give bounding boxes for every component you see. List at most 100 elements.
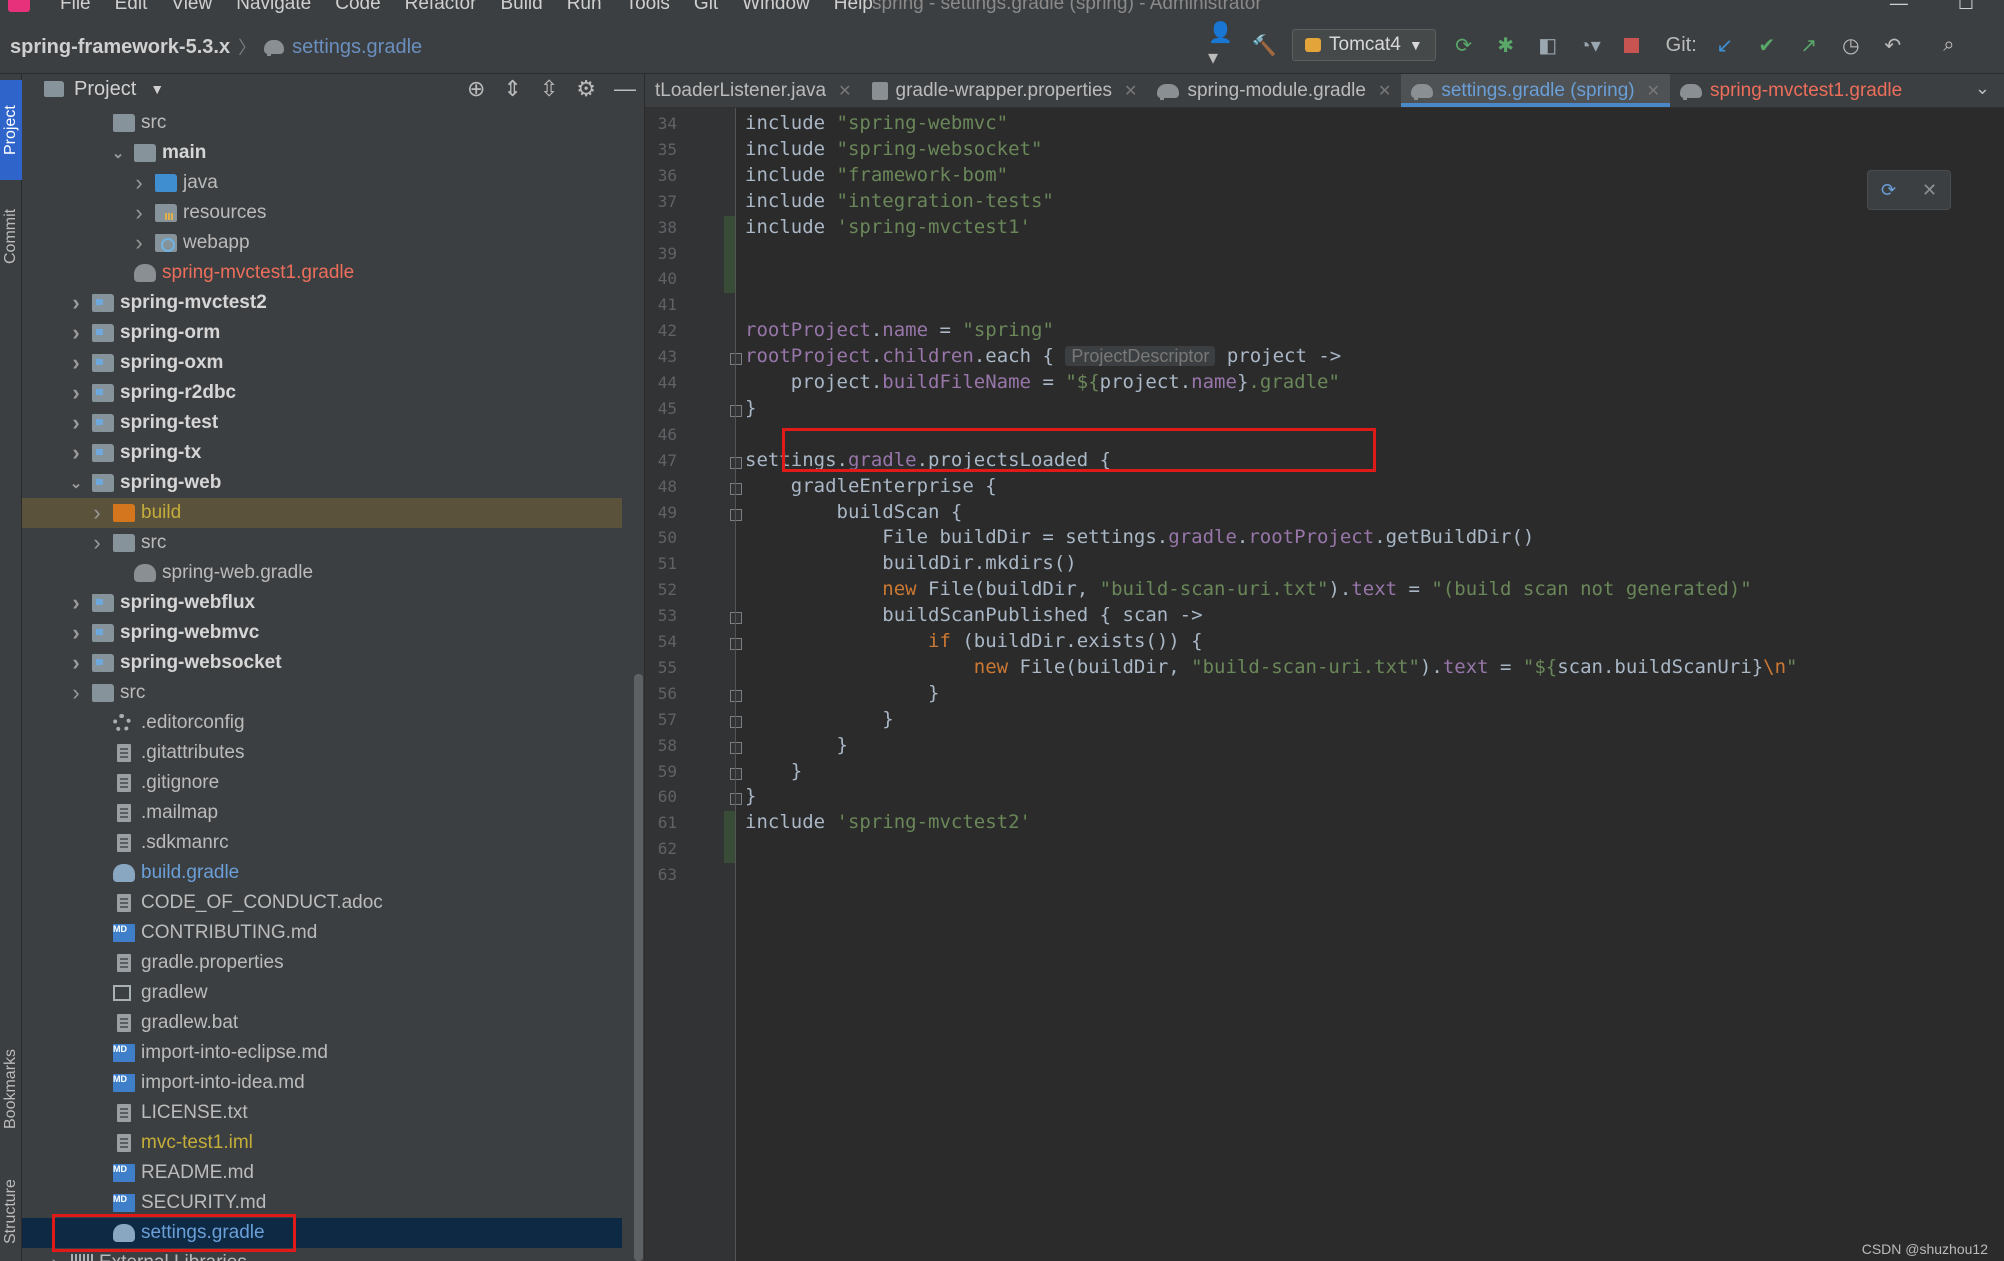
tree-item-webapp[interactable]: › webapp <box>22 228 622 258</box>
coverage-icon[interactable]: ◧ <box>1534 31 1562 59</box>
chevron-down-icon[interactable]: ⌄ <box>110 144 126 162</box>
tree-item--gitignore[interactable]: .gitignore <box>22 768 622 798</box>
rollback-icon[interactable]: ↶ <box>1879 31 1907 59</box>
chevron-right-icon[interactable]: › <box>68 620 84 646</box>
menu-item-build[interactable]: Build <box>500 0 542 15</box>
menu-item-view[interactable]: View <box>171 0 212 15</box>
chevron-right-icon[interactable]: › <box>131 230 147 256</box>
tree-item-gradlew-bat[interactable]: gradlew.bat <box>22 1008 622 1038</box>
menu-item-file[interactable]: File <box>60 0 91 15</box>
chevron-right-icon[interactable]: › <box>131 170 147 196</box>
fold-marker-icon[interactable] <box>730 767 742 780</box>
menu-item-code[interactable]: Code <box>335 0 380 15</box>
tree-item-spring-oxm[interactable]: › spring-oxm <box>22 348 622 378</box>
chevron-right-icon[interactable]: › <box>68 350 84 376</box>
editor-tab[interactable]: spring-mvctest1.gradle <box>1670 74 1912 107</box>
tree-item-build-gradle[interactable]: build.gradle <box>22 858 622 888</box>
tree-item-main[interactable]: ⌄ main <box>22 138 622 168</box>
editor-tab[interactable]: settings.gradle (spring) ✕ <box>1401 74 1671 107</box>
tool-tab-project[interactable]: Project <box>0 80 22 180</box>
chevron-right-icon[interactable]: › <box>68 410 84 436</box>
locate-target-icon[interactable]: ⊕ <box>467 76 485 102</box>
tool-tab-structure[interactable]: Structure <box>0 1164 22 1260</box>
tree-item-spring-mvctest2[interactable]: › spring-mvctest2 <box>22 288 622 318</box>
chevron-right-icon[interactable]: › <box>68 680 84 706</box>
gear-icon[interactable]: ⚙ <box>576 76 596 102</box>
chevron-right-icon[interactable]: › <box>68 320 84 346</box>
menu-item-run[interactable]: Run <box>567 0 602 15</box>
editor-tab[interactable]: spring-module.gradle ✕ <box>1147 74 1401 107</box>
close-tab-icon[interactable]: ✕ <box>1647 81 1660 101</box>
search-icon[interactable]: ⌕ <box>1935 31 1963 59</box>
tree-item--sdkmanrc[interactable]: .sdkmanrc <box>22 828 622 858</box>
vcs-change-marker[interactable] <box>724 215 735 294</box>
chevron-right-icon[interactable]: › <box>68 440 84 466</box>
tree-item-java[interactable]: › java <box>22 168 622 198</box>
chevron-down-icon[interactable]: ⌄ <box>1975 78 1990 99</box>
user-icon[interactable]: 👤▾ <box>1208 22 1236 69</box>
fold-marker-icon[interactable] <box>730 793 742 806</box>
tree-item-external-libraries[interactable]: › External Libraries <box>22 1248 622 1261</box>
close-tab-icon[interactable]: ✕ <box>1378 81 1391 101</box>
chevron-right-icon[interactable]: › <box>131 200 147 226</box>
tree-item-spring-test[interactable]: › spring-test <box>22 408 622 438</box>
fold-marker-icon[interactable] <box>730 715 742 728</box>
tree-item-spring-tx[interactable]: › spring-tx <box>22 438 622 468</box>
tree-item-readme-md[interactable]: MD README.md <box>22 1158 622 1188</box>
tree-item-spring-orm[interactable]: › spring-orm <box>22 318 622 348</box>
tree-item-spring-webflux[interactable]: › spring-webflux <box>22 588 622 618</box>
tree-item-src[interactable]: › src <box>22 678 622 708</box>
gradle-reload-icon[interactable]: ⟳ <box>1881 180 1896 201</box>
code-editor[interactable]: 34 35 36 37 38 39 40 41 42 43 44 45 46 47 48 49 50 51 52 53… <box>645 108 2004 1261</box>
tree-item-import-into-eclipse-md[interactable]: MD import-into-eclipse.md <box>22 1038 622 1068</box>
git-update-icon[interactable]: ↙ <box>1711 31 1739 59</box>
tool-tab-bookmarks[interactable]: Bookmarks <box>0 1029 22 1149</box>
chevron-right-icon[interactable]: › <box>68 380 84 406</box>
fold-marker-icon[interactable] <box>730 741 742 754</box>
tree-item-spring-r2dbc[interactable]: › spring-r2dbc <box>22 378 622 408</box>
tree-item--mailmap[interactable]: .mailmap <box>22 798 622 828</box>
chevron-down-icon[interactable]: ▼ <box>150 81 164 97</box>
tree-item-spring-mvctest1-gradle[interactable]: spring-mvctest1.gradle <box>22 258 622 288</box>
menu-item-refactor[interactable]: Refactor <box>405 0 477 15</box>
tree-item-contributing-md[interactable]: MD CONTRIBUTING.md <box>22 918 622 948</box>
tree-item-gradle-properties[interactable]: gradle.properties <box>22 948 622 978</box>
stop-icon[interactable] <box>1618 31 1646 59</box>
chevron-right-icon[interactable]: › <box>68 290 84 316</box>
tree-item-spring-websocket[interactable]: › spring-websocket <box>22 648 622 678</box>
tree-item-mvc-test1-iml[interactable]: mvc-test1.iml <box>22 1128 622 1158</box>
collapse-all-icon[interactable]: ⇳ <box>540 76 558 102</box>
build-hammer-icon[interactable]: 🔨 <box>1250 31 1278 59</box>
tree-item-resources[interactable]: › resources <box>22 198 622 228</box>
git-push-icon[interactable]: ↗ <box>1795 31 1823 59</box>
rerun-icon[interactable]: ⟳ <box>1450 31 1478 59</box>
debug-bug-icon[interactable]: ✱ <box>1492 31 1520 59</box>
breadcrumb-file[interactable]: settings.gradle <box>292 36 422 59</box>
tree-item-import-into-idea-md[interactable]: MD import-into-idea.md <box>22 1068 622 1098</box>
menu-item-help[interactable]: Help <box>834 0 873 15</box>
tree-item-settings-gradle[interactable]: settings.gradle <box>22 1214 622 1252</box>
menu-item-git[interactable]: Git <box>694 0 718 15</box>
tree-item-src[interactable]: › src <box>22 528 622 558</box>
menu-item-window[interactable]: Window <box>742 0 810 15</box>
vcs-change-marker[interactable] <box>724 811 735 864</box>
run-config-select[interactable]: Tomcat4 ▼ <box>1292 29 1436 61</box>
expand-all-icon[interactable]: ⇕ <box>503 76 521 102</box>
close-tab-icon[interactable]: ✕ <box>838 81 851 101</box>
hide-panel-icon[interactable]: — <box>614 76 636 102</box>
chevron-right-icon[interactable]: › <box>68 650 84 676</box>
fold-marker-icon[interactable] <box>730 638 742 650</box>
tree-item--editorconfig[interactable]: .editorconfig <box>22 708 622 738</box>
fold-marker-icon[interactable] <box>730 353 742 366</box>
chevron-right-icon[interactable]: › <box>47 1250 63 1261</box>
history-clock-icon[interactable]: ◷ <box>1837 31 1865 59</box>
tree-item-gradlew[interactable]: gradlew <box>22 978 622 1008</box>
tree-item-build[interactable]: › build <box>22 498 622 528</box>
minimize-icon[interactable]: — <box>1890 0 1908 14</box>
fold-marker-icon[interactable] <box>730 508 742 521</box>
profile-icon[interactable]: ◔▾ <box>1576 31 1604 59</box>
project-tree-scrollbar[interactable] <box>634 674 643 1261</box>
fold-marker-icon[interactable] <box>730 404 742 417</box>
fold-marker-icon[interactable] <box>730 612 742 625</box>
tool-tab-commit[interactable]: Commit <box>0 186 22 286</box>
